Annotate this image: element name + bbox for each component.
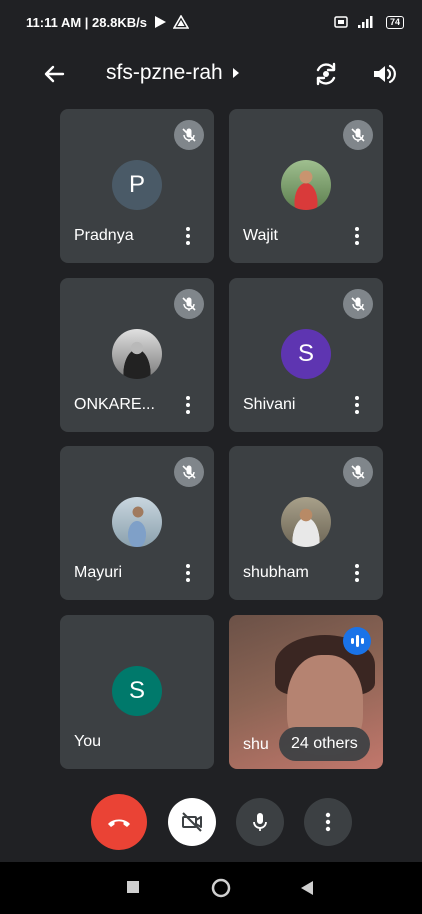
participant-name: shubham — [243, 564, 309, 581]
profile-photo — [281, 160, 331, 210]
arrow-left-icon — [44, 65, 65, 83]
switch-camera-icon — [316, 62, 336, 86]
square-icon — [127, 881, 139, 893]
call-controls — [0, 790, 422, 850]
participant-name: shu — [243, 736, 269, 753]
profile-photo — [281, 497, 331, 547]
battery-icon: 74 — [385, 15, 404, 29]
microphone-toggle-button[interactable] — [236, 798, 284, 846]
meeting-title-button[interactable]: sfs-pzne-rah — [106, 61, 241, 85]
more-options-button[interactable] — [304, 798, 352, 846]
mic-off-icon — [174, 120, 204, 150]
participant-tile[interactable]: Mayuri — [60, 446, 214, 600]
meeting-header: sfs-pzne-rah — [0, 50, 422, 98]
profile-photo — [112, 497, 162, 547]
status-time: 11:11 AM | 28.8KB/s — [26, 14, 147, 30]
cast-icon — [334, 16, 348, 28]
mic-icon — [253, 813, 267, 831]
circle-icon — [211, 878, 231, 898]
call-end-icon — [108, 819, 130, 827]
play-icon — [153, 15, 167, 29]
speaking-indicator-icon — [343, 627, 371, 655]
participant-tile[interactable]: ONKARE... — [60, 278, 214, 432]
more-vert-icon — [325, 812, 331, 832]
participant-name: Shivani — [243, 396, 296, 413]
participant-tile[interactable]: shubham — [229, 446, 383, 600]
system-navigation-bar — [0, 862, 422, 914]
profile-photo — [112, 329, 162, 379]
participant-name: Wajit — [243, 227, 278, 244]
participant-name: You — [74, 733, 101, 750]
end-call-button[interactable] — [91, 794, 147, 850]
more-vert-icon[interactable] — [182, 225, 194, 247]
switch-camera-button[interactable] — [312, 60, 340, 88]
avatar: S — [112, 666, 162, 716]
home-button[interactable] — [210, 877, 232, 899]
status-bar: 11:11 AM | 28.8KB/s 74 — [0, 0, 422, 44]
avatar: P — [112, 160, 162, 210]
triangle-back-icon — [301, 881, 313, 895]
participant-name: Mayuri — [74, 564, 123, 581]
participant-tile[interactable]: Wajit — [229, 109, 383, 263]
more-vert-icon[interactable] — [182, 562, 194, 584]
caret-right-icon — [232, 68, 239, 78]
signal-icon — [356, 15, 378, 29]
meeting-code: sfs-pzne-rah — [106, 61, 223, 84]
triangle-logo-icon — [172, 15, 189, 29]
more-vert-icon[interactable] — [182, 394, 194, 416]
videocam-off-icon — [182, 812, 202, 832]
participant-tile[interactable]: P Pradnya — [60, 109, 214, 263]
avatar: S — [281, 329, 331, 379]
self-tile[interactable]: S You — [60, 615, 214, 769]
speaker-icon — [374, 64, 396, 84]
others-count-badge[interactable]: 24 others — [279, 727, 370, 761]
mic-off-icon — [174, 289, 204, 319]
participant-name: Pradnya — [74, 227, 134, 244]
video-tile[interactable]: shu 24 others — [229, 615, 383, 769]
audio-output-button[interactable] — [370, 60, 398, 88]
participant-name: ONKARE... — [74, 396, 155, 413]
recents-button[interactable] — [126, 880, 140, 894]
back-button[interactable] — [40, 60, 68, 88]
more-vert-icon[interactable] — [351, 394, 363, 416]
more-vert-icon[interactable] — [351, 225, 363, 247]
mic-off-icon — [174, 457, 204, 487]
camera-toggle-button[interactable] — [168, 798, 216, 846]
mic-off-icon — [343, 457, 373, 487]
mic-off-icon — [343, 120, 373, 150]
more-vert-icon[interactable] — [351, 562, 363, 584]
back-nav-button[interactable] — [300, 880, 314, 896]
mic-off-icon — [343, 289, 373, 319]
participant-tile[interactable]: S Shivani — [229, 278, 383, 432]
